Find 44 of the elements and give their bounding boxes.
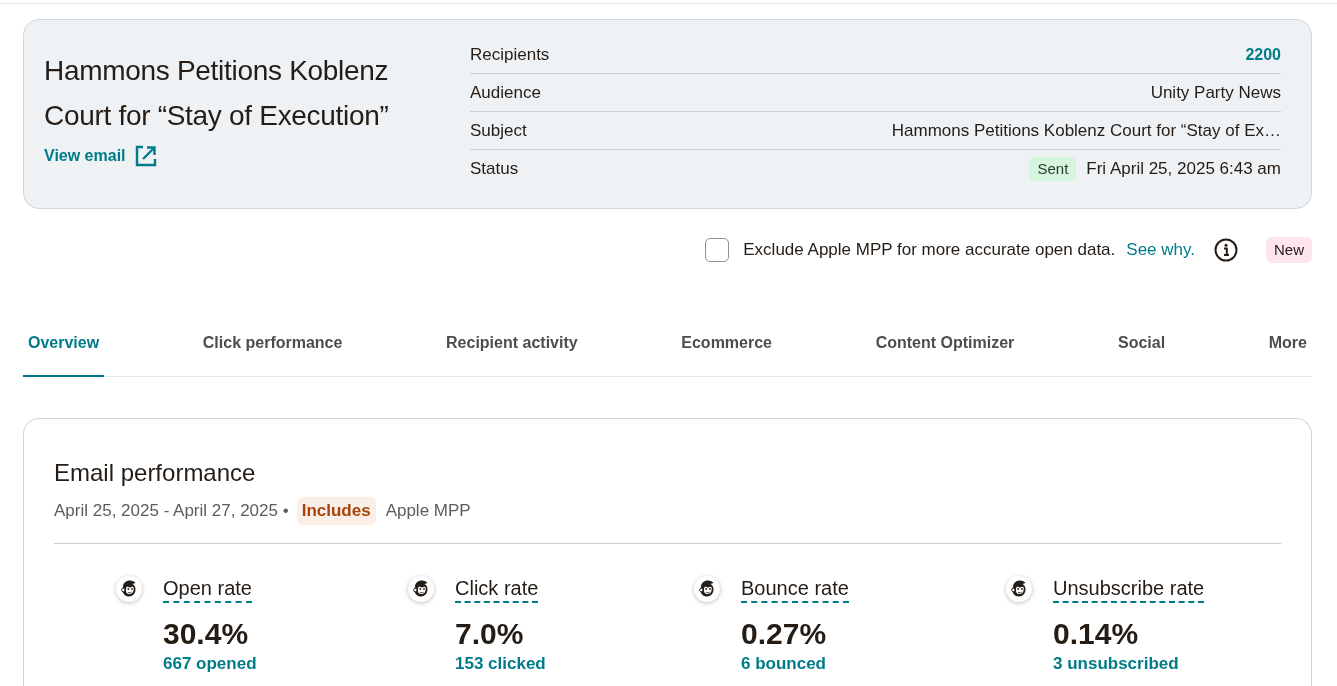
- info-icon[interactable]: [1214, 238, 1238, 262]
- campaign-title: Hammons Petitions Koblenz Court for “Stay of Execution”: [44, 54, 390, 133]
- view-email-link[interactable]: View email: [44, 144, 157, 168]
- new-badge: New: [1266, 236, 1312, 264]
- metric-detail-link[interactable]: 153 clicked: [455, 652, 546, 675]
- metric-label[interactable]: Open rate: [163, 574, 252, 603]
- metric-value: 0.27%: [741, 615, 827, 652]
- sent-badge: Sent: [1029, 156, 1077, 182]
- tab[interactable]: Content Optimizer: [870, 322, 1020, 377]
- detail-label: Subject: [470, 119, 527, 142]
- monkey-face-icon: [1006, 575, 1032, 602]
- external-link-icon: [134, 145, 157, 167]
- metric-value: 0.14%: [1053, 615, 1139, 652]
- option-label: Exclude Apple MPP for more accurate open data.: [743, 239, 1116, 262]
- monkey-face-icon: [694, 575, 720, 602]
- detail-value: Unity Party News: [1150, 81, 1281, 104]
- date-range: April 25, 2025 - April 27, 2025 •: [54, 500, 289, 522]
- metric-detail-link[interactable]: 667 opened: [163, 652, 257, 675]
- includes-badge: Includes: [296, 497, 376, 525]
- metric-value: 30.4%: [163, 615, 249, 652]
- tab[interactable]: More: [1263, 322, 1312, 377]
- detail-label: Status: [470, 158, 519, 181]
- apple-mpp-label: Apple MPP: [385, 500, 471, 522]
- section-title: Email performance: [54, 458, 256, 488]
- monkey-face-icon: [408, 575, 434, 602]
- tab[interactable]: Recipient activity: [441, 322, 583, 377]
- tab[interactable]: Click performance: [197, 322, 348, 377]
- metric-detail-link[interactable]: 6 bounced: [741, 652, 826, 675]
- tab[interactable]: Social: [1112, 322, 1171, 377]
- tab[interactable]: Overview: [23, 322, 105, 377]
- metric-detail-link[interactable]: 3 unsubscribed: [1053, 652, 1179, 675]
- detail-label: Audience: [470, 81, 541, 104]
- metric-label[interactable]: Bounce rate: [741, 574, 849, 603]
- detail-value: Hammons Petitions Koblenz Court for “Stay of Ex…: [891, 119, 1281, 142]
- monkey-face-icon: [116, 575, 142, 602]
- sent-date: Fri April 25, 2025 6:43 am: [1086, 158, 1281, 181]
- metric-label[interactable]: Click rate: [455, 574, 539, 603]
- metric-label[interactable]: Unsubscribe rate: [1053, 574, 1205, 603]
- tab[interactable]: Ecommerce: [676, 322, 777, 377]
- recipients-count[interactable]: 2200: [1245, 42, 1281, 67]
- detail-label: Recipients: [470, 43, 550, 66]
- metric-value: 7.0%: [455, 615, 524, 652]
- checkbox[interactable]: [705, 238, 730, 262]
- see-why-link[interactable]: See why.: [1126, 237, 1195, 263]
